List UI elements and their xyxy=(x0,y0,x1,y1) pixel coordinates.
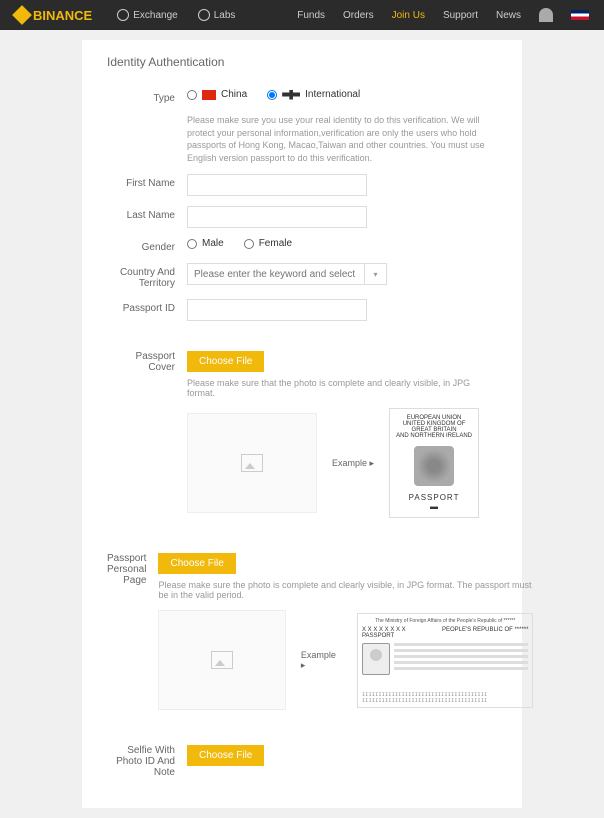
country-label: Country And Territory xyxy=(107,263,187,289)
binance-icon xyxy=(12,5,32,25)
nav-funds[interactable]: Funds xyxy=(297,10,325,21)
passport-page-sample: The Ministry of Foreign Affairs of the P… xyxy=(357,613,533,708)
gender-label: Gender xyxy=(107,238,187,253)
type-china-radio[interactable] xyxy=(187,90,197,100)
cover-hint: Please make sure that the photo is compl… xyxy=(187,378,497,398)
passport-id-label: Passport ID xyxy=(107,299,187,314)
gender-male-radio[interactable] xyxy=(187,239,197,249)
gender-male-option[interactable]: Male xyxy=(187,238,224,249)
globe-icon xyxy=(282,90,300,100)
nav-exchange[interactable]: Exchange xyxy=(117,9,177,21)
choose-file-cover-button[interactable]: Choose File xyxy=(187,351,264,372)
cover-upload-box[interactable] xyxy=(187,413,317,513)
first-name-label: First Name xyxy=(107,174,187,189)
nav-join-us[interactable]: Join Us xyxy=(392,10,425,21)
personal-hint: Please make sure the photo is complete a… xyxy=(158,580,533,600)
brand-text: BINANCE xyxy=(33,8,92,23)
type-intl-radio[interactable] xyxy=(267,90,277,100)
passport-personal-label: Passport Personal Page xyxy=(107,553,158,586)
passport-cover-sample: EUROPEAN UNION UNITED KINGDOM OF GREAT B… xyxy=(389,408,479,518)
language-flag-icon[interactable] xyxy=(571,10,589,20)
type-label: Type xyxy=(107,89,187,104)
type-intl-option[interactable]: International xyxy=(267,89,360,100)
china-flag-icon xyxy=(202,90,216,100)
choose-file-selfie-button[interactable]: Choose File xyxy=(187,745,264,766)
last-name-label: Last Name xyxy=(107,206,187,221)
nav-news[interactable]: News xyxy=(496,10,521,21)
user-icon[interactable] xyxy=(539,8,553,22)
exchange-icon xyxy=(117,9,129,21)
nav-orders[interactable]: Orders xyxy=(343,10,374,21)
coat-of-arms-icon xyxy=(414,446,454,486)
type-china-option[interactable]: China xyxy=(187,89,247,100)
brand-logo[interactable]: BINANCE xyxy=(15,8,92,23)
labs-icon xyxy=(198,9,210,21)
gender-female-radio[interactable] xyxy=(244,239,254,249)
chevron-down-icon[interactable]: ▾ xyxy=(365,263,387,285)
passport-photo-icon xyxy=(362,643,390,675)
verification-notice: Please make sure you use your real ident… xyxy=(187,114,497,164)
gender-female-option[interactable]: Female xyxy=(244,238,292,249)
personal-upload-box[interactable] xyxy=(158,610,285,710)
selfie-label: Selfie With Photo ID And Note xyxy=(107,745,187,778)
page-title: Identity Authentication xyxy=(107,55,497,69)
image-placeholder-icon xyxy=(211,651,233,669)
country-input[interactable] xyxy=(187,263,365,285)
image-placeholder-icon xyxy=(241,454,263,472)
nav-labs[interactable]: Labs xyxy=(198,9,236,21)
choose-file-personal-button[interactable]: Choose File xyxy=(158,553,235,574)
last-name-input[interactable] xyxy=(187,206,367,228)
example-label: Example ▸ xyxy=(301,650,342,671)
passport-id-input[interactable] xyxy=(187,299,367,321)
example-label: Example ▸ xyxy=(332,458,374,469)
first-name-input[interactable] xyxy=(187,174,367,196)
passport-cover-label: Passport Cover xyxy=(107,351,187,373)
nav-support[interactable]: Support xyxy=(443,10,478,21)
